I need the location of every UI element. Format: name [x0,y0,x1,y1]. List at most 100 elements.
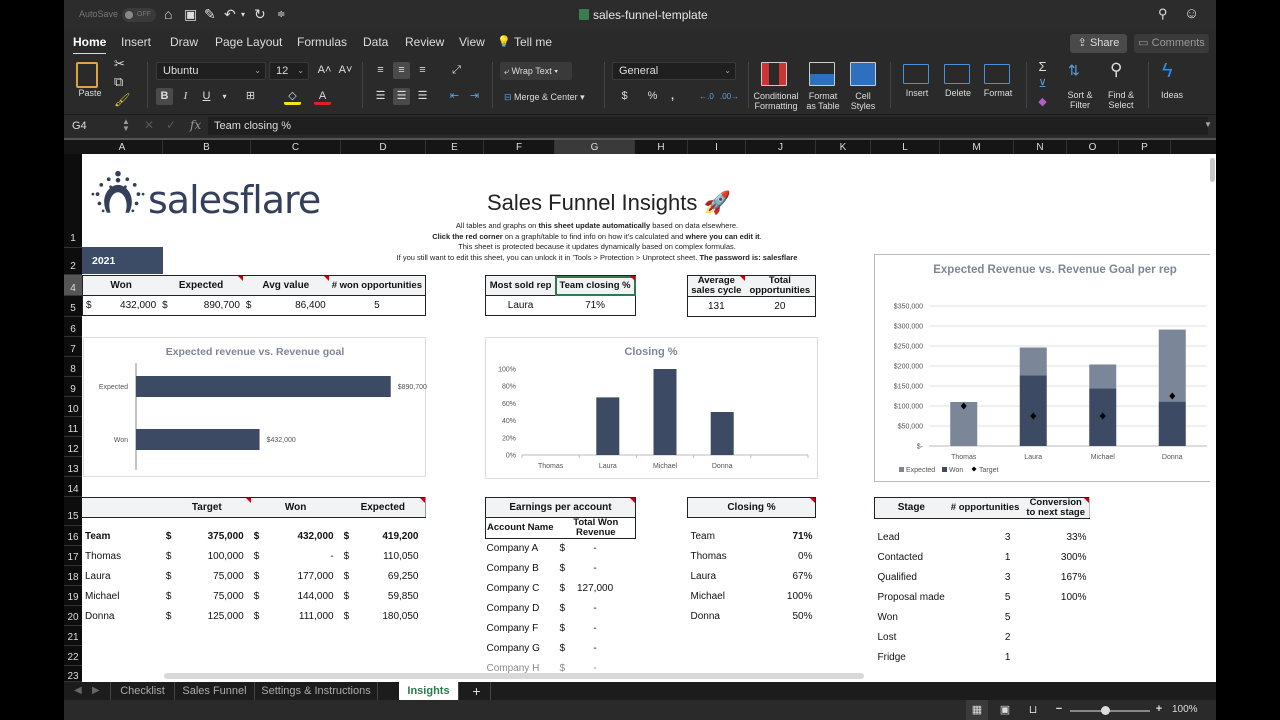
delete-cells-label[interactable]: Delete [938,88,978,98]
row-label[interactable]: Donna [688,607,761,627]
bar[interactable] [136,429,260,450]
zoom-level[interactable]: 100% [1172,704,1198,715]
italic-button[interactable]: I [177,88,194,105]
row-header[interactable]: 16 [64,526,82,546]
redo-icon[interactable]: ↻ [254,6,266,23]
bold-button[interactable]: B [156,88,173,105]
customize-toolbar-icon[interactable]: ≑ [277,9,285,20]
cell[interactable]: 1 [948,548,1023,568]
bar-won[interactable] [1019,375,1047,446]
row-header[interactable]: 2 [64,248,82,275]
row-header[interactable]: 18 [64,566,82,586]
bar[interactable] [710,412,734,455]
cell[interactable]: 71% [555,296,635,316]
row-label[interactable]: Donna [82,607,163,627]
cell[interactable]: 5 [948,608,1023,628]
row-label[interactable]: Michael [82,587,163,607]
name-box[interactable]: G4 [68,118,130,134]
ideas-label[interactable]: Ideas [1156,90,1188,100]
row-label[interactable]: Thomas [688,547,761,567]
row-header[interactable]: 15 [64,497,82,526]
increase-decimal-icon[interactable]: ←.0 [698,88,715,105]
row-label[interactable]: Company G [486,639,557,659]
row-label[interactable]: Company D [486,599,557,619]
row-header-selected[interactable]: 4 [64,275,82,296]
sheet-tab-sales-funnel[interactable]: Sales Funnel [175,682,255,700]
row-label[interactable]: Laura [82,567,163,587]
cell-styles-label[interactable]: Cell Styles [846,91,880,111]
cell[interactable] [1022,608,1089,628]
format-as-table-label[interactable]: Format as Table [804,91,842,111]
row-header[interactable]: 22 [64,646,82,666]
row-label[interactable]: Company F [486,619,557,639]
row-header[interactable]: 7 [64,337,82,357]
conditional-formatting-label[interactable]: Conditional Formatting [751,91,801,111]
cell[interactable]: $75,000 [163,587,251,607]
underline-dropdown-icon[interactable]: ▾ [216,88,233,105]
decrease-font-icon[interactable]: A˅ [337,62,354,79]
cell[interactable]: 20 [745,297,816,317]
tab-page-layout[interactable]: Page Layout [215,35,282,49]
font-name-dropdown[interactable]: Ubuntu ⌄ [156,62,266,80]
chart-revenue-per-rep[interactable]: Expected Revenue vs. Revenue Goal per re… [874,254,1210,482]
row-header[interactable]: 12 [64,437,82,457]
page-layout-view-icon[interactable]: ▣ [994,703,1016,717]
cell[interactable]: $ - [557,559,636,579]
paste-icon[interactable] [76,62,98,88]
clear-icon[interactable]: ◆ [1034,94,1051,111]
prev-sheet-icon[interactable]: ◀ [74,685,82,696]
cell-styles-icon[interactable] [850,62,876,86]
cell[interactable]: 2 [948,628,1023,648]
align-bottom-icon[interactable]: ≡ [414,62,431,79]
row-header[interactable]: 1 [64,154,82,248]
cell[interactable]: 300% [1022,548,1089,568]
save-icon[interactable]: ▣ [184,6,197,23]
vertical-scrollbar[interactable] [1210,154,1216,682]
align-right-icon[interactable]: ☰ [414,88,431,105]
row-header[interactable]: 20 [64,606,82,626]
cell[interactable]: $ - [557,599,636,619]
cell[interactable]: $ - [557,639,636,659]
increase-font-icon[interactable]: A˄ [316,62,333,79]
align-left-icon[interactable]: ☰ [372,88,389,105]
currency-icon[interactable]: $ [616,88,633,105]
fill-icon[interactable]: ⊻ [1034,76,1051,93]
tab-view[interactable]: View [459,35,485,49]
row-label[interactable]: Company C [486,579,557,599]
comma-style-icon[interactable]: , [664,88,681,105]
cell[interactable]: $432,000 [83,296,160,316]
sheet-tab-settings-instructions[interactable]: Settings & Instructions [255,682,378,700]
cell[interactable]: $75,000 [163,567,251,587]
scroll-thumb[interactable] [1210,158,1215,182]
tab-home[interactable]: Home [73,35,107,55]
cell[interactable]: $375,000 [163,527,251,547]
cell[interactable]: $144,000 [251,587,341,607]
cell[interactable]: 71% [761,527,816,547]
formula-input[interactable]: Team closing % [208,117,1208,135]
page-break-view-icon[interactable]: ⊔ [1022,703,1044,717]
enter-check-icon[interactable]: ✓ [166,118,176,132]
cell[interactable]: $890,700 [159,296,243,316]
font-size-dropdown[interactable]: 12 ⌄ [269,62,309,80]
name-box-stepper-icon[interactable]: ▲ ▼ [122,118,130,133]
format-as-table-icon[interactable] [809,62,835,86]
tab-data[interactable]: Data [363,35,388,49]
home-icon[interactable]: ⌂ [164,6,172,22]
cell[interactable]: 5 [948,588,1023,608]
orientation-icon[interactable]: ⤢ [448,62,465,79]
row-label[interactable]: Qualified [875,568,948,588]
share-button[interactable]: ⇪ Share [1070,34,1127,53]
format-cells-label[interactable]: Format [978,88,1018,98]
conditional-formatting-icon[interactable] [761,62,787,86]
zoom-in-icon[interactable]: + [1148,703,1170,717]
cell[interactable]: $110,050 [341,547,426,567]
horizontal-scrollbar[interactable] [164,673,864,679]
row-label[interactable]: Company B [486,559,557,579]
row-label[interactable]: Contacted [875,548,948,568]
row-header[interactable]: 6 [64,317,82,337]
cell[interactable]: 0% [761,547,816,567]
add-sheet-icon[interactable]: + [463,682,491,700]
decrease-indent-icon[interactable]: ⇤ [446,88,463,105]
cell[interactable]: 5 [329,296,426,316]
next-sheet-icon[interactable]: ▶ [92,685,100,696]
